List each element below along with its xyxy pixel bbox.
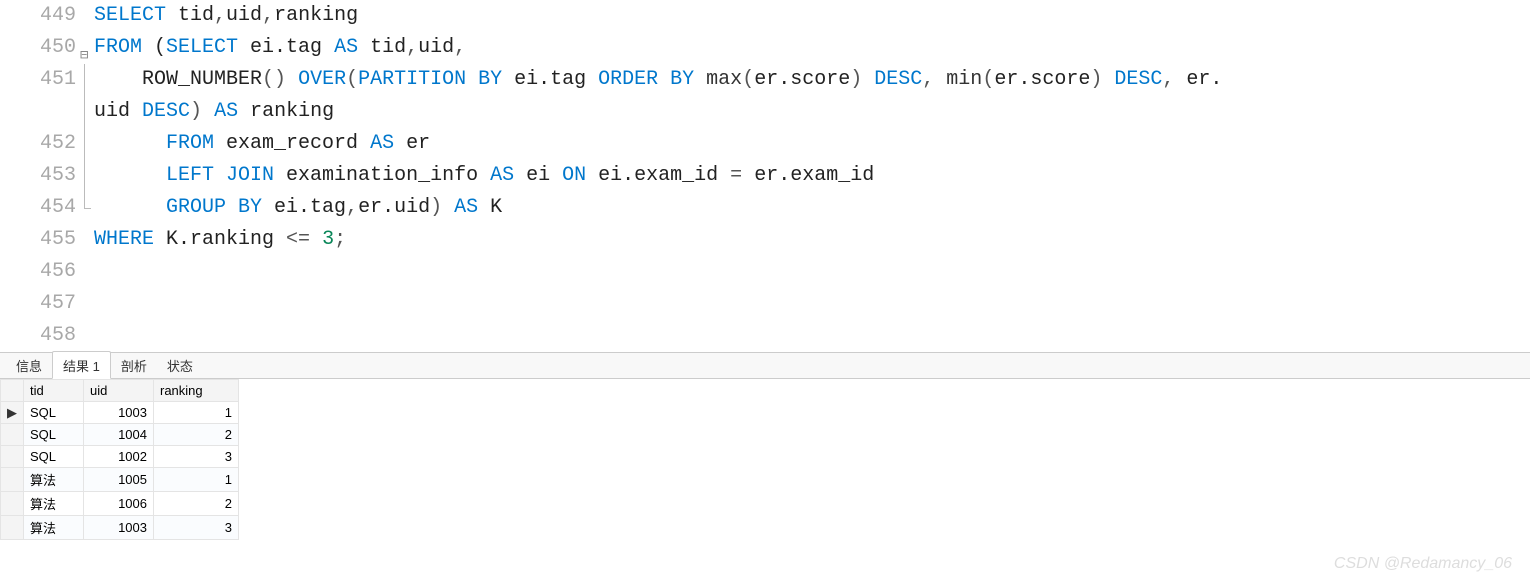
cell-uid[interactable]: 1004 — [84, 424, 154, 446]
row-marker — [1, 446, 24, 468]
code-line[interactable]: 458 — [0, 320, 1530, 352]
code-text[interactable]: SELECT tid,uid,ranking — [94, 0, 1530, 32]
table-row[interactable]: SQL10042 — [1, 424, 239, 446]
cell-tid[interactable]: 算法 — [24, 492, 84, 516]
cell-uid[interactable]: 1002 — [84, 446, 154, 468]
code-text[interactable] — [94, 320, 1530, 352]
table-row[interactable]: ▶SQL10031 — [1, 402, 239, 424]
cell-uid[interactable]: 1005 — [84, 468, 154, 492]
code-line[interactable]: 453 LEFT JOIN examination_info AS ei ON … — [0, 160, 1530, 192]
cell-ranking[interactable]: 2 — [154, 492, 239, 516]
fold-gutter — [82, 64, 94, 96]
watermark: CSDN @Redamancy_06 — [1334, 555, 1512, 573]
fold-gutter — [82, 288, 94, 320]
cell-tid[interactable]: 算法 — [24, 516, 84, 540]
table-row[interactable]: 算法10062 — [1, 492, 239, 516]
fold-gutter[interactable] — [82, 32, 94, 64]
cell-ranking[interactable]: 1 — [154, 402, 239, 424]
table-row[interactable]: 算法10051 — [1, 468, 239, 492]
code-editor[interactable]: 449 SELECT tid,uid,ranking 450 FROM (SELECT… — [0, 0, 1530, 352]
row-marker — [1, 492, 24, 516]
table-row[interactable]: 算法10033 — [1, 516, 239, 540]
code-text[interactable] — [94, 256, 1530, 288]
code-line[interactable]: 449 SELECT tid,uid,ranking — [0, 0, 1530, 32]
row-marker-header — [1, 380, 24, 402]
line-number: 458 — [0, 320, 82, 352]
line-number: 450 — [0, 32, 82, 64]
fold-gutter — [82, 256, 94, 288]
fold-gutter — [82, 128, 94, 160]
cell-ranking[interactable]: 3 — [154, 516, 239, 540]
line-number: 451 — [0, 64, 82, 96]
table-row[interactable]: SQL10023 — [1, 446, 239, 468]
code-text[interactable]: uid DESC) AS ranking — [94, 96, 1530, 128]
code-text[interactable]: FROM (SELECT ei.tag AS tid,uid, — [94, 32, 1530, 64]
code-line[interactable]: 452 FROM exam_record AS er — [0, 128, 1530, 160]
tab-3[interactable]: 状态 — [157, 352, 203, 378]
cell-tid[interactable]: SQL — [24, 402, 84, 424]
code-text[interactable]: GROUP BY ei.tag,er.uid) AS K — [94, 192, 1530, 224]
tab-2[interactable]: 剖析 — [111, 352, 157, 378]
result-tabs: 信息结果 1剖析状态 — [0, 353, 1530, 379]
line-number — [0, 96, 82, 128]
code-line[interactable]: 455 WHERE K.ranking <= 3; — [0, 224, 1530, 256]
fold-gutter — [82, 0, 94, 32]
line-number: 455 — [0, 224, 82, 256]
code-text[interactable]: LEFT JOIN examination_info AS ei ON ei.e… — [94, 160, 1530, 192]
cell-ranking[interactable]: 2 — [154, 424, 239, 446]
row-marker — [1, 424, 24, 446]
line-number: 457 — [0, 288, 82, 320]
code-text[interactable]: ROW_NUMBER() OVER(PARTITION BY ei.tag OR… — [94, 64, 1530, 96]
code-line[interactable]: 450 FROM (SELECT ei.tag AS tid,uid, — [0, 32, 1530, 64]
code-line[interactable]: 457 — [0, 288, 1530, 320]
code-line[interactable]: 454 GROUP BY ei.tag,er.uid) AS K — [0, 192, 1530, 224]
cell-uid[interactable]: 1003 — [84, 516, 154, 540]
row-marker: ▶ — [1, 402, 24, 424]
line-number: 453 — [0, 160, 82, 192]
line-number: 454 — [0, 192, 82, 224]
row-marker — [1, 516, 24, 540]
column-header-tid[interactable]: tid — [24, 380, 84, 402]
tab-1[interactable]: 结果 1 — [52, 351, 111, 379]
cell-tid[interactable]: SQL — [24, 446, 84, 468]
fold-gutter — [82, 224, 94, 256]
cell-ranking[interactable]: 3 — [154, 446, 239, 468]
code-line[interactable]: 451 ROW_NUMBER() OVER(PARTITION BY ei.ta… — [0, 64, 1530, 96]
column-header-ranking[interactable]: ranking — [154, 380, 239, 402]
line-number: 452 — [0, 128, 82, 160]
line-number: 449 — [0, 0, 82, 32]
code-line[interactable]: 456 — [0, 256, 1530, 288]
code-text[interactable] — [94, 288, 1530, 320]
code-line[interactable]: uid DESC) AS ranking — [0, 96, 1530, 128]
fold-gutter — [82, 96, 94, 128]
fold-gutter — [82, 320, 94, 352]
results-table[interactable]: tiduidranking ▶SQL10031SQL10042SQL10023算… — [0, 379, 239, 540]
cell-ranking[interactable]: 1 — [154, 468, 239, 492]
row-marker — [1, 468, 24, 492]
fold-gutter — [82, 160, 94, 192]
code-text[interactable]: FROM exam_record AS er — [94, 128, 1530, 160]
cell-uid[interactable]: 1003 — [84, 402, 154, 424]
cell-tid[interactable]: 算法 — [24, 468, 84, 492]
fold-gutter — [82, 192, 94, 224]
cell-uid[interactable]: 1006 — [84, 492, 154, 516]
tab-0[interactable]: 信息 — [6, 352, 52, 378]
code-text[interactable]: WHERE K.ranking <= 3; — [94, 224, 1530, 256]
column-header-uid[interactable]: uid — [84, 380, 154, 402]
line-number: 456 — [0, 256, 82, 288]
cell-tid[interactable]: SQL — [24, 424, 84, 446]
